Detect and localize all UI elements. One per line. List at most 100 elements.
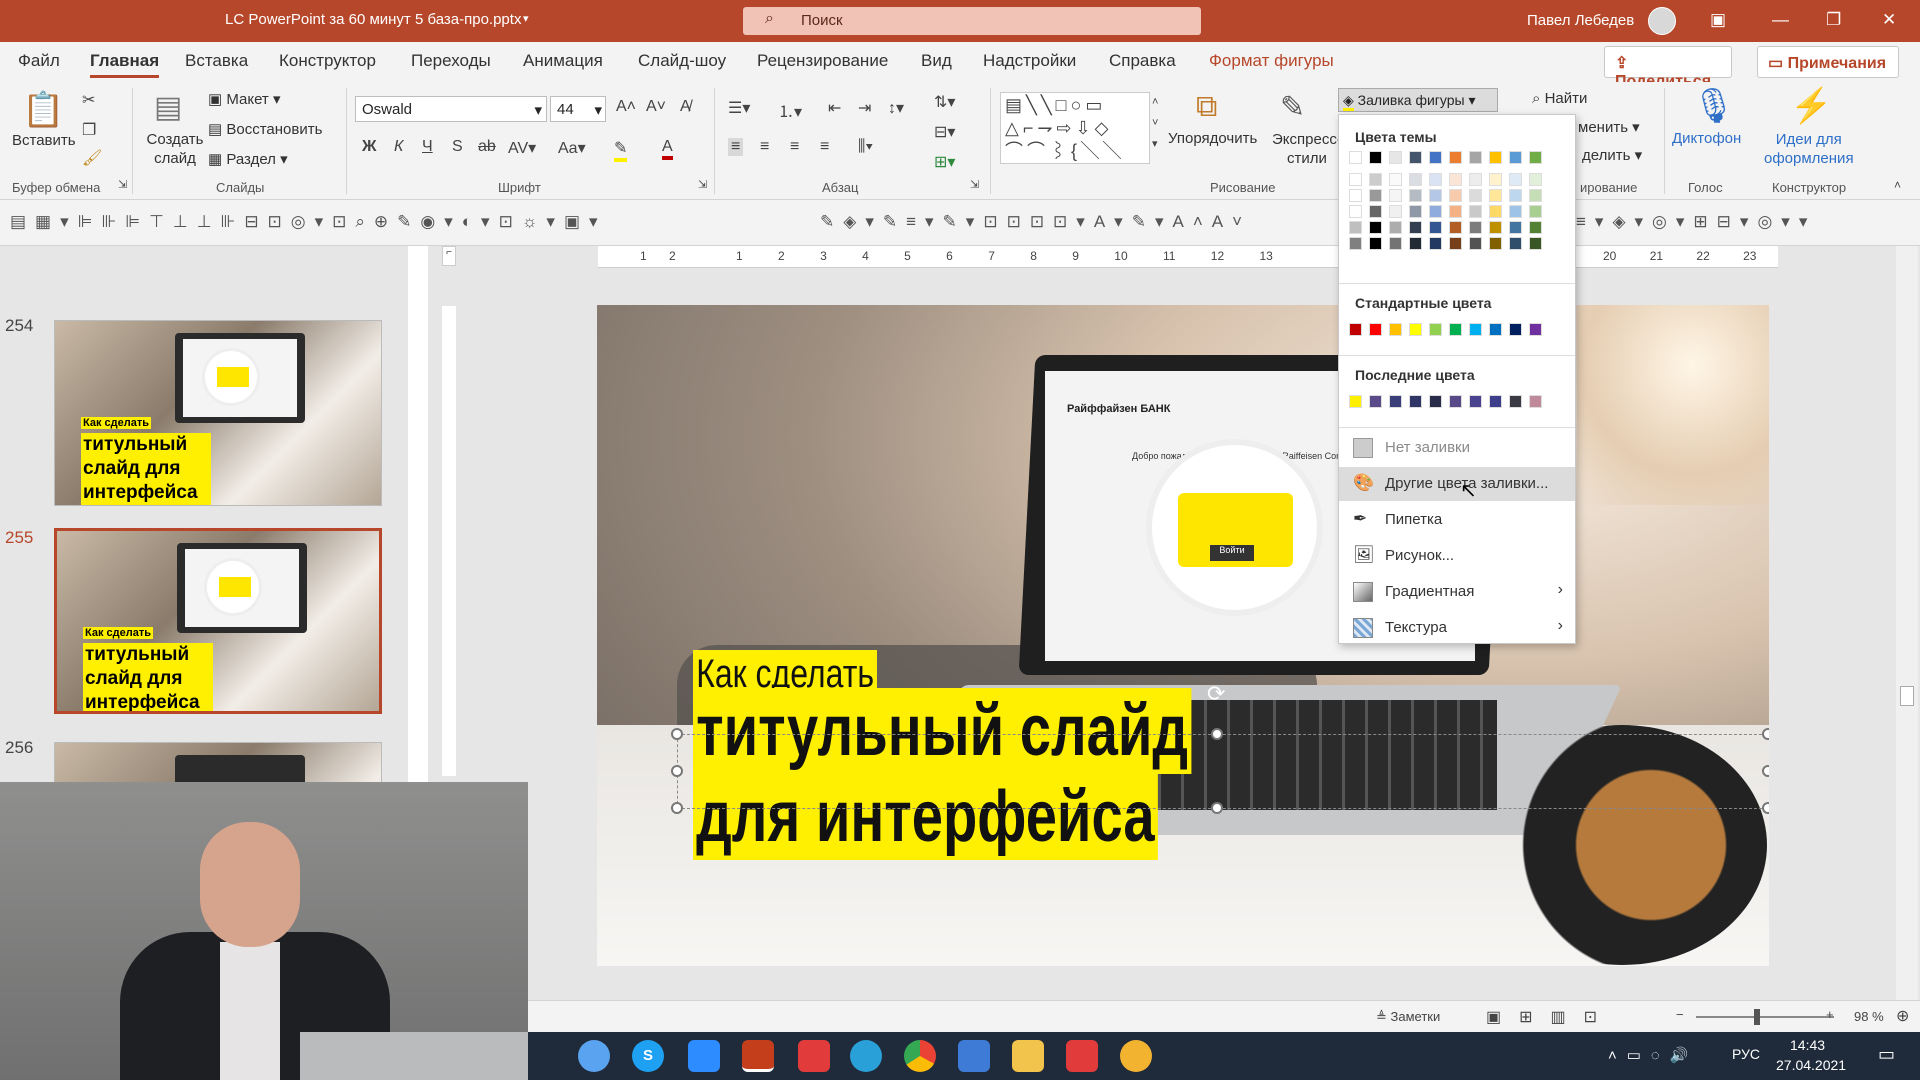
theme-color-swatch[interactable] <box>1449 189 1462 202</box>
quick-styles-label[interactable]: Экспресс- стили <box>1272 130 1342 168</box>
standard-color-swatch[interactable] <box>1529 323 1542 336</box>
tab-insert[interactable]: Вставка <box>185 51 248 71</box>
theme-color-swatch[interactable] <box>1469 189 1482 202</box>
line-spacing-icon[interactable]: ↕▾ <box>888 98 904 118</box>
arrange-icon[interactable]: ⧉ <box>1196 90 1217 124</box>
file-explorer-icon[interactable] <box>1012 1040 1044 1072</box>
theme-color-swatch[interactable] <box>1389 205 1402 218</box>
highlight-icon[interactable]: ✎ <box>614 138 628 162</box>
theme-color-swatch[interactable] <box>1469 151 1482 164</box>
theme-color-swatch[interactable] <box>1349 221 1362 234</box>
title-dropdown-icon[interactable]: ▾ <box>523 12 529 25</box>
tab-addins[interactable]: Надстройки <box>983 51 1076 71</box>
standard-color-swatch[interactable] <box>1509 323 1522 336</box>
section-button[interactable]: ▦ Раздел ▾ <box>208 150 288 168</box>
select-button[interactable]: делить ▾ <box>1582 146 1642 164</box>
theme-color-swatch[interactable] <box>1409 151 1422 164</box>
tab-home[interactable]: Главная <box>90 51 160 78</box>
menu-item-no-fill[interactable]: Нет заливки <box>1339 431 1575 465</box>
slide-canvas[interactable]: Райффайзен БАНК Добро пожаловать в интер… <box>597 305 1769 966</box>
clear-format-icon[interactable]: A̸ <box>680 98 691 116</box>
shapes-gallery[interactable]: ▤╲╲□○▭ △⌐⇁⇨⇩◇ ⌒⌒⌇{╲╲ <box>1000 92 1150 164</box>
tab-file[interactable]: Файл <box>18 51 60 71</box>
zoom-icon[interactable] <box>688 1040 720 1072</box>
dialog-launcher-icon[interactable]: ⇲ <box>970 178 979 191</box>
resize-handle[interactable] <box>671 802 683 814</box>
quick-styles-icon[interactable]: ✎ <box>1280 90 1305 125</box>
theme-color-swatch[interactable] <box>1509 237 1522 250</box>
search-box[interactable]: ⌕ Поиск <box>743 7 1201 35</box>
close-button[interactable]: ✕ <box>1882 10 1896 30</box>
app-x2-icon[interactable] <box>1066 1040 1098 1072</box>
theme-color-swatch[interactable] <box>1449 237 1462 250</box>
vertical-scrollbar[interactable] <box>1896 246 1918 1000</box>
columns-icon[interactable]: ⫼▾ <box>858 138 873 156</box>
theme-color-swatch[interactable] <box>1369 189 1382 202</box>
standard-color-swatch[interactable] <box>1469 323 1482 336</box>
ribbon-display-icon[interactable]: ▣ <box>1710 10 1726 30</box>
user-name[interactable]: Павел Лебедев <box>1527 12 1634 29</box>
collapse-ribbon-icon[interactable]: ˄ <box>1894 178 1901 192</box>
thumb-pane-scrollbar[interactable] <box>408 246 428 782</box>
justify-icon[interactable]: ≡ <box>820 138 829 156</box>
view-buttons[interactable]: ▣⊞▥⊡ <box>1486 1007 1615 1027</box>
share-button[interactable]: ⇪ Поделиться <box>1604 46 1732 90</box>
strikethrough-button[interactable]: ab <box>478 138 496 156</box>
theme-color-swatch[interactable] <box>1389 151 1402 164</box>
standard-color-swatch[interactable] <box>1449 323 1462 336</box>
theme-color-swatch[interactable] <box>1349 173 1362 186</box>
theme-color-swatch[interactable] <box>1509 221 1522 234</box>
recent-color-swatch[interactable] <box>1469 395 1482 408</box>
theme-color-swatch[interactable] <box>1469 205 1482 218</box>
theme-color-swatch[interactable] <box>1449 205 1462 218</box>
spacing-icon[interactable]: AV▾ <box>508 138 536 158</box>
theme-color-swatch[interactable] <box>1449 221 1462 234</box>
theme-color-swatch[interactable] <box>1409 237 1422 250</box>
recent-color-swatch[interactable] <box>1429 395 1442 408</box>
align-center-icon[interactable]: ≡ <box>760 138 769 156</box>
dialog-launcher-icon[interactable]: ⇲ <box>698 178 707 191</box>
designer-label[interactable]: Идеи для оформления <box>1764 130 1854 168</box>
theme-color-swatch[interactable] <box>1489 237 1502 250</box>
theme-color-swatch[interactable] <box>1389 237 1402 250</box>
toolbar-icons-right[interactable]: ≡▾◈▾◎▾⊞⊟▾◎▾▾ <box>1576 212 1816 232</box>
clock-time[interactable]: 14:43 <box>1790 1037 1825 1053</box>
standard-color-swatch[interactable] <box>1409 323 1422 336</box>
notification-icon[interactable]: ▭ <box>1878 1044 1895 1065</box>
toolbar-icons-left[interactable]: ▤▦▾⊫⊪⊫⊤⊥⊥⊪⊟⊡◎▾⊡⌕⊕✎◉▾◐▾⊡☼▾▣▾ <box>10 212 607 232</box>
arrange-label[interactable]: Упорядочить <box>1168 130 1257 147</box>
notes-button[interactable]: ≜ Заметки <box>1376 1009 1440 1025</box>
recent-color-swatch[interactable] <box>1489 395 1502 408</box>
tab-shape-format[interactable]: Формат фигуры <box>1209 51 1334 71</box>
font-name-combo[interactable]: Oswald ▾ <box>355 96 547 122</box>
theme-color-swatch[interactable] <box>1489 221 1502 234</box>
theme-color-swatch[interactable] <box>1529 237 1542 250</box>
resize-handle[interactable] <box>1211 802 1223 814</box>
change-case-icon[interactable]: Aa▾ <box>558 138 586 158</box>
new-slide-icon[interactable]: ▤ <box>154 90 182 125</box>
theme-color-swatch[interactable] <box>1489 173 1502 186</box>
tray-icons[interactable]: ˄▭◌🔊 <box>1608 1046 1699 1064</box>
avatar[interactable] <box>1648 7 1676 35</box>
theme-color-swatch[interactable] <box>1529 189 1542 202</box>
theme-color-swatch[interactable] <box>1349 205 1362 218</box>
standard-color-swatch[interactable] <box>1429 323 1442 336</box>
standard-color-swatch[interactable] <box>1389 323 1402 336</box>
theme-color-swatch[interactable] <box>1429 221 1442 234</box>
comments-button[interactable]: ▭ Примечания <box>1757 46 1899 78</box>
desktop-app-icon[interactable] <box>958 1040 990 1072</box>
theme-color-swatch[interactable] <box>1529 173 1542 186</box>
replace-button[interactable]: менить ▾ <box>1578 118 1640 136</box>
dialog-launcher-icon[interactable]: ⇲ <box>118 178 127 191</box>
theme-color-swatch[interactable] <box>1469 237 1482 250</box>
powerpoint-icon[interactable] <box>742 1040 774 1072</box>
theme-color-swatch[interactable] <box>1469 173 1482 186</box>
theme-color-swatch[interactable] <box>1369 221 1382 234</box>
theme-color-swatch[interactable] <box>1349 237 1362 250</box>
clock-date[interactable]: 27.04.2021 <box>1776 1057 1846 1073</box>
edge-icon[interactable] <box>578 1040 610 1072</box>
standard-color-swatch[interactable] <box>1369 323 1382 336</box>
resize-handle[interactable] <box>1762 765 1769 777</box>
tab-transitions[interactable]: Переходы <box>411 51 491 71</box>
theme-color-swatch[interactable] <box>1429 189 1442 202</box>
